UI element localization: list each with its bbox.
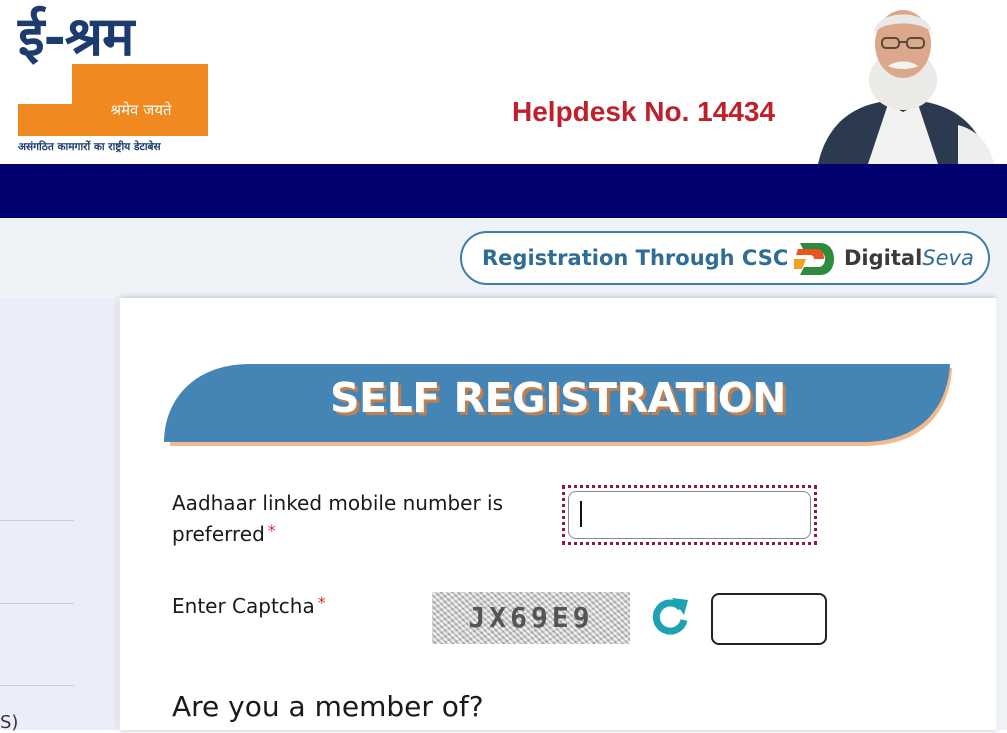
logo-tagline: असंगठित कामगारों का राष्ट्रीय डेटाबेस <box>18 141 161 153</box>
sidebar-divider <box>0 685 74 686</box>
site-header: श्रमेव जयते ई-श्रम असंगठित कामगारों का र… <box>0 0 1007 164</box>
brand-digital: Digital <box>844 246 923 270</box>
captcha-image: JX69E9 <box>432 592 630 644</box>
digital-seva-wordmark: DigitalSeva <box>844 246 974 270</box>
left-sidebar <box>0 298 118 730</box>
mobile-number-label: Aadhaar linked mobile number is preferre… <box>172 488 532 550</box>
digital-seva-icon <box>792 239 836 279</box>
sidebar-divider <box>0 520 74 521</box>
helpdesk-number: Helpdesk No. 14434 <box>512 96 776 127</box>
sidebar-divider <box>0 603 74 604</box>
text-caret <box>580 501 582 527</box>
captcha-label: Enter Captcha * <box>172 591 326 622</box>
logo-slab <box>18 64 72 104</box>
logo-orange-block: श्रमेव जयते <box>18 64 208 136</box>
logo-motto: श्रमेव जयते <box>110 101 172 119</box>
main-navbar <box>0 164 1007 218</box>
refresh-captcha-icon[interactable] <box>650 596 690 636</box>
right-margin <box>996 298 1007 730</box>
captcha-code: JX69E9 <box>468 601 594 634</box>
pm-portrait-image <box>808 0 998 164</box>
self-registration-banner: SELF REGISTRATION <box>164 364 952 446</box>
member-question: Are you a member of? <box>172 690 484 723</box>
required-marker: * <box>317 593 326 612</box>
csc-button-label: Registration Through CSC <box>482 246 789 270</box>
mobile-input-focus-ring <box>562 485 817 545</box>
required-marker: * <box>267 521 276 540</box>
captcha-input[interactable] <box>711 593 827 645</box>
mobile-number-input[interactable] <box>568 491 811 539</box>
page-title: SELF REGISTRATION <box>330 374 786 422</box>
captcha-label-text: Enter Captcha <box>172 594 315 618</box>
logo-title: ई-श्रम <box>18 4 134 68</box>
csc-registration-button[interactable]: Registration Through CSC DigitalSeva <box>460 231 990 285</box>
eshram-logo[interactable]: श्रमेव जयते ई-श्रम असंगठित कामगारों का र… <box>18 4 218 156</box>
brand-seva: Seva <box>922 246 974 270</box>
registration-card: SELF REGISTRATION Aadhaar linked mobile … <box>120 298 996 730</box>
mobile-number-label-text: Aadhaar linked mobile number is preferre… <box>172 491 503 546</box>
